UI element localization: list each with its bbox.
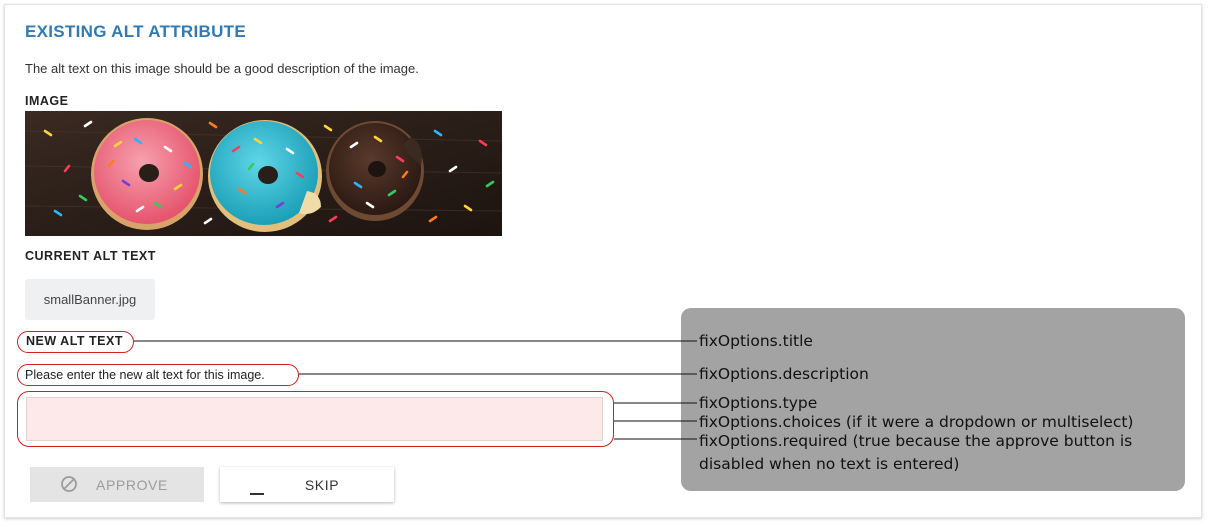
annotation-type: fixOptions.type [699, 394, 818, 412]
annotation-required-line2: disabled when no text is entered) [699, 455, 960, 473]
annotation-required-line1: fixOptions.required (true because the ap… [699, 432, 1133, 450]
annotation-choices: fixOptions.choices (if it were a dropdow… [699, 413, 1134, 431]
annotation-title: fixOptions.title [699, 332, 813, 350]
annotation-description: fixOptions.description [699, 365, 869, 383]
